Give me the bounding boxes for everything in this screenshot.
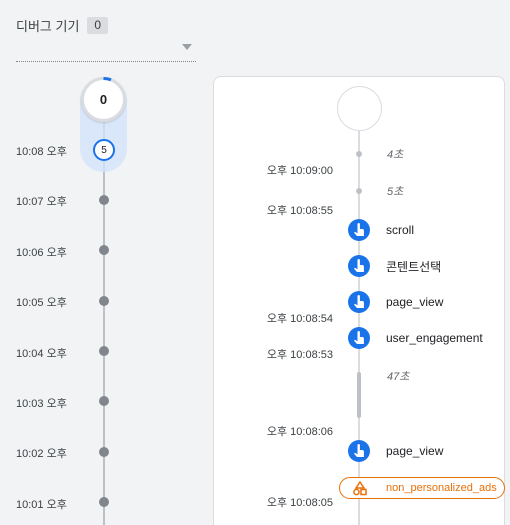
event-row-page-view[interactable]: page_view: [348, 291, 443, 313]
event-row-scroll[interactable]: scroll: [348, 219, 414, 241]
minute-dot[interactable]: [99, 346, 109, 356]
chevron-down-icon: [182, 44, 192, 50]
minute-dot[interactable]: [99, 195, 109, 205]
minute-label: 10:06 오후: [16, 247, 67, 259]
minute-label: 10:05 오후: [16, 297, 67, 309]
touch-icon: [348, 327, 370, 349]
gap-tick: [356, 151, 362, 157]
minute-label: 10:08 오후: [16, 146, 67, 158]
minute-label: 10:01 오후: [16, 499, 67, 511]
event-timestamp: 오후 10:08:05: [266, 497, 333, 509]
header-title: 디버그 기기: [16, 19, 80, 34]
event-stream-top-circle: [337, 86, 382, 131]
minutes-timeline: [103, 120, 105, 525]
minute-dot[interactable]: [99, 296, 109, 306]
debug-device-header: 디버그 기기 0: [16, 16, 109, 35]
event-name: page_view: [386, 444, 444, 458]
minute-label: 10:07 오후: [16, 196, 67, 208]
event-row-user-engagement[interactable]: user_engagement: [348, 327, 483, 349]
event-row-non-personalized-ads[interactable]: non_personalized_ads: [339, 477, 505, 499]
touch-icon: [348, 291, 370, 313]
selected-minute-count: 5: [101, 144, 107, 156]
gap-bar: [357, 372, 361, 418]
count-progress-icon: [103, 77, 112, 82]
conversion-event-name: non_personalized_ads: [386, 482, 497, 494]
event-name: scroll: [386, 223, 415, 237]
event-name: user_engagement: [386, 331, 483, 345]
touch-icon: [348, 255, 370, 277]
event-row-page-view[interactable]: page_view: [348, 440, 443, 462]
touch-icon: [348, 440, 370, 462]
event-name: 콘텐트선택: [386, 259, 442, 274]
minute-dot[interactable]: [99, 245, 109, 255]
event-timestamp: 오후 10:08:53: [266, 349, 333, 361]
minute-event-count-selected[interactable]: 5: [93, 139, 115, 161]
event-timestamp: 오후 10:08:54: [266, 313, 333, 325]
minute-dot[interactable]: [99, 447, 109, 457]
device-select[interactable]: [16, 36, 196, 62]
time-gap-label: 47초: [387, 371, 410, 383]
event-row-select-content[interactable]: 콘텐트선택: [348, 255, 441, 277]
event-name: page_view: [386, 295, 444, 309]
device-count-badge: 0: [87, 17, 109, 34]
time-gap-label: 5초: [387, 186, 404, 198]
minute-label: 10:03 오후: [16, 398, 67, 410]
shapes-icon: [353, 481, 367, 496]
minute-label: 10:02 오후: [16, 448, 67, 460]
gap-tick: [356, 188, 362, 194]
minute-label: 10:04 오후: [16, 348, 67, 360]
event-timestamp: 오후 10:09:00: [266, 165, 333, 177]
minute-dot[interactable]: [99, 396, 109, 406]
event-timestamp: 오후 10:08:06: [266, 426, 333, 438]
minute-dot[interactable]: [99, 497, 109, 507]
touch-icon: [348, 219, 370, 241]
time-gap-label: 4초: [387, 149, 404, 161]
event-timestamp: 오후 10:08:55: [266, 205, 333, 217]
